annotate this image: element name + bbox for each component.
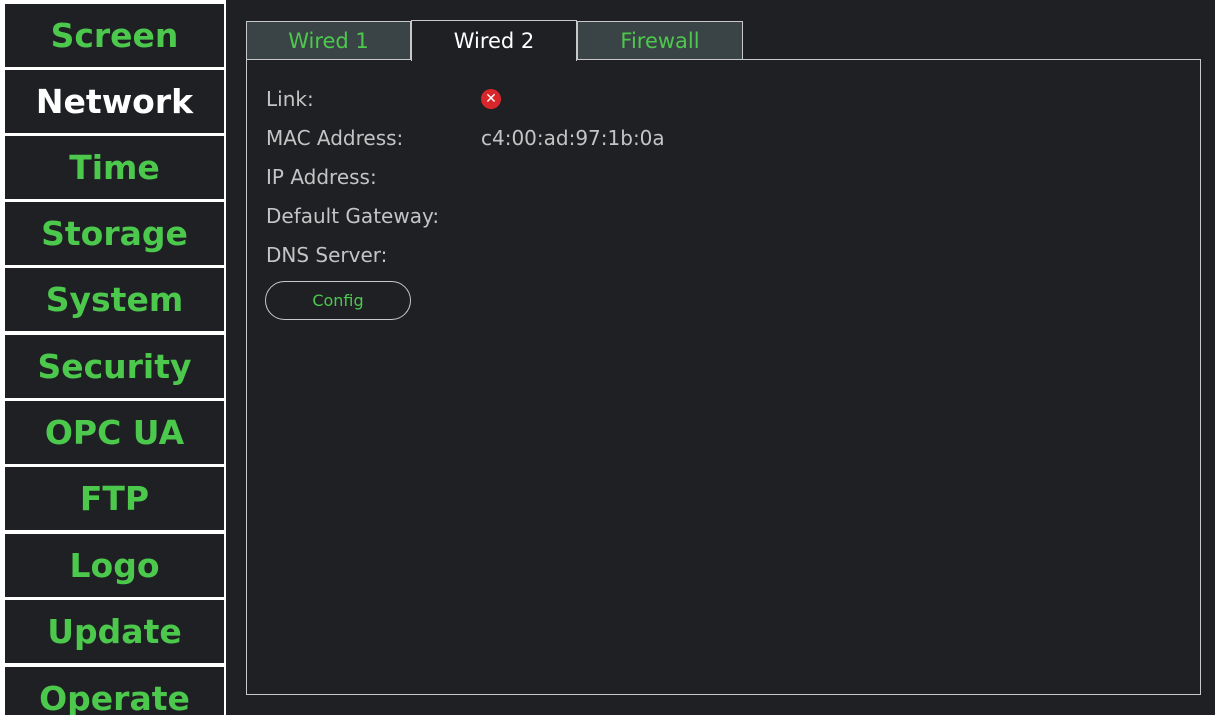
link-row: Link: ✕ bbox=[266, 84, 501, 114]
mac-address-label: MAC Address: bbox=[266, 126, 404, 150]
default-gateway-row: Default Gateway: bbox=[266, 201, 481, 231]
sidebar-item-ftp[interactable]: FTP bbox=[5, 467, 224, 530]
error-circle-icon: ✕ bbox=[481, 89, 501, 109]
mac-address-row: MAC Address: c4:00:ad:97:1b:0a bbox=[266, 123, 665, 153]
default-gateway-label: Default Gateway: bbox=[266, 204, 440, 228]
main-panel: Wired 1 Wired 2 Firewall Link: ✕ MAC Add… bbox=[226, 0, 1215, 715]
sidebar: Screen Network Time Storage System Secur… bbox=[0, 0, 226, 715]
config-button[interactable]: Config bbox=[265, 281, 411, 320]
sidebar-item-security[interactable]: Security bbox=[5, 335, 224, 398]
sidebar-item-screen[interactable]: Screen bbox=[5, 4, 224, 67]
sidebar-item-operate[interactable]: Operate bbox=[5, 667, 224, 715]
dns-server-label: DNS Server: bbox=[266, 243, 388, 267]
tab-firewall[interactable]: Firewall bbox=[577, 21, 743, 59]
ip-address-row: IP Address: bbox=[266, 162, 481, 192]
tab-wired-2[interactable]: Wired 2 bbox=[411, 20, 577, 61]
link-label: Link: bbox=[266, 87, 314, 111]
mac-address-value: c4:00:ad:97:1b:0a bbox=[481, 126, 665, 150]
sidebar-item-opc-ua[interactable]: OPC UA bbox=[5, 401, 224, 464]
sidebar-item-network[interactable]: Network bbox=[5, 70, 224, 133]
sidebar-item-system[interactable]: System bbox=[5, 268, 224, 331]
tab-wired-1[interactable]: Wired 1 bbox=[246, 21, 411, 59]
sidebar-item-update[interactable]: Update bbox=[5, 600, 224, 663]
dns-server-row: DNS Server: bbox=[266, 240, 481, 270]
network-settings-panel: Link: ✕ MAC Address: c4:00:ad:97:1b:0a I… bbox=[246, 59, 1201, 695]
sidebar-item-storage[interactable]: Storage bbox=[5, 202, 224, 265]
sidebar-item-logo[interactable]: Logo bbox=[5, 534, 224, 597]
ip-address-label: IP Address: bbox=[266, 165, 377, 189]
sidebar-item-time[interactable]: Time bbox=[5, 136, 224, 199]
